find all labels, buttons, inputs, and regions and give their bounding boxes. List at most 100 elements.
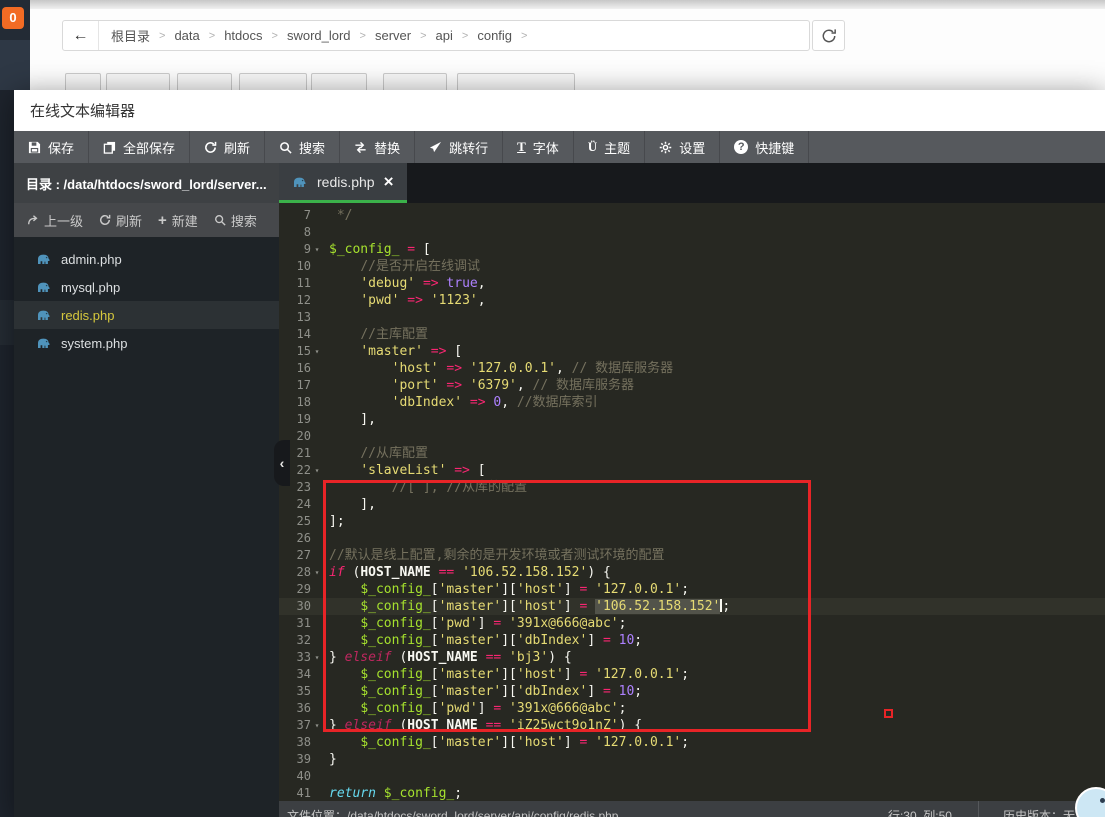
toolbar-goto[interactable]: 跳转行 <box>415 131 503 163</box>
breadcrumb-item[interactable]: sword_lord <box>287 28 351 43</box>
toolbar-font[interactable]: T字体 <box>503 131 574 163</box>
refresh-icon <box>821 28 837 44</box>
code-line[interactable]: 38 $_config_['master']['host'] = '127.0.… <box>279 734 1105 751</box>
file-list: admin.phpmysql.phpredis.phpsystem.php <box>14 237 279 817</box>
toolbar-replace[interactable]: 替换 <box>340 131 415 163</box>
file-item-mysql-php[interactable]: mysql.php <box>14 273 279 301</box>
toolbar-label: 替换 <box>374 138 400 157</box>
code-line[interactable]: 39} <box>279 751 1105 768</box>
toolbar-up[interactable]: 上一级 <box>27 211 83 230</box>
modal-header: 在线文本编辑器 <box>14 90 1105 131</box>
fold-icon[interactable]: ▾ <box>311 462 323 479</box>
breadcrumb-item[interactable]: htdocs <box>224 28 262 43</box>
editor-title: 在线文本编辑器 <box>30 100 135 121</box>
fold-icon[interactable]: ▾ <box>311 241 323 258</box>
line-number: 9▾ <box>279 241 323 258</box>
toolbar-plus[interactable]: +新建 <box>158 211 198 230</box>
code-line[interactable]: 14 //主库配置 <box>279 326 1105 343</box>
line-number: 32 <box>279 632 323 649</box>
annotation-handle <box>884 709 893 718</box>
breadcrumb-item[interactable]: data <box>174 28 199 43</box>
toolbar-hotkeys[interactable]: ?快捷键 <box>720 131 809 163</box>
code-line[interactable]: 41return $_config_; <box>279 785 1105 801</box>
code-line[interactable]: 37▾} elseif (HOST_NAME == 'iZ25wct9o1nZ'… <box>279 717 1105 734</box>
toolbar-refresh[interactable]: 刷新 <box>190 131 265 163</box>
collapse-sidebar-button[interactable]: ‹ <box>274 440 290 486</box>
code-line[interactable]: 34 $_config_['master']['host'] = '127.0.… <box>279 666 1105 683</box>
code-line[interactable]: 24 ], <box>279 496 1105 513</box>
code-line[interactable]: 28▾if (HOST_NAME == '106.52.158.152') { <box>279 564 1105 581</box>
close-icon[interactable]: × <box>384 173 394 190</box>
code-line[interactable]: 31 $_config_['pwd'] = '391x@666@abc'; <box>279 615 1105 632</box>
code-line[interactable]: 22▾ 'slaveList' => [ <box>279 462 1105 479</box>
toolbar-label: 刷新 <box>116 211 142 230</box>
back-button[interactable]: ← <box>63 21 99 50</box>
code-line[interactable]: 36 $_config_['pwd'] = '391x@666@abc'; <box>279 700 1105 717</box>
chevron-right-icon: > <box>420 30 426 42</box>
code-line[interactable]: 17 'port' => '6379', // 数据库服务器 <box>279 377 1105 394</box>
toolbar-settings[interactable]: 设置 <box>645 131 720 163</box>
breadcrumb-item[interactable]: server <box>375 28 411 43</box>
goto-icon <box>429 141 442 154</box>
line-number: 29 <box>279 581 323 598</box>
status-cursor-position: 行:30, 列:50 <box>888 801 978 817</box>
breadcrumb-item[interactable]: api <box>436 28 453 43</box>
code-line[interactable]: 12 'pwd' => '1123', <box>279 292 1105 309</box>
code-line[interactable]: 35 $_config_['master']['dbIndex'] = 10; <box>279 683 1105 700</box>
file-item-system-php[interactable]: system.php <box>14 329 279 357</box>
code-line[interactable]: 21 //从库配置 <box>279 445 1105 462</box>
toolbar-label: 设置 <box>679 138 705 157</box>
fold-icon[interactable]: ▾ <box>311 717 323 734</box>
code-area[interactable]: 7 */89▾$_config_ = [10 //是否开启在线调试11 'deb… <box>279 203 1105 801</box>
code-line[interactable]: 8 <box>279 224 1105 241</box>
line-number: 10 <box>279 258 323 275</box>
code-line[interactable]: 23 //[ ], //从库的配置 <box>279 479 1105 496</box>
code-line[interactable]: 26 <box>279 530 1105 547</box>
code-line[interactable]: 9▾$_config_ = [ <box>279 241 1105 258</box>
line-number: 12 <box>279 292 323 309</box>
toolbar-theme[interactable]: Ü主题 <box>574 131 645 163</box>
breadcrumb-refresh-button[interactable] <box>812 20 845 51</box>
breadcrumb-item[interactable]: config <box>477 28 512 43</box>
code-line[interactable]: 7 */ <box>279 207 1105 224</box>
tab-redis-php[interactable]: redis.php × <box>279 163 407 203</box>
code-line[interactable]: 18 'dbIndex' => 0, //数据库索引 <box>279 394 1105 411</box>
code-line[interactable]: 29 $_config_['master']['host'] = '127.0.… <box>279 581 1105 598</box>
code-line[interactable]: 27//默认是线上配置,剩余的是开发环境或者测试环境的配置 <box>279 547 1105 564</box>
editor-toolbar: 保存全部保存 刷新搜索 替换跳转行T字体Ü主题 设置 ?快捷键 <box>14 131 1105 163</box>
toolbar-refresh[interactable]: 刷新 <box>99 211 142 230</box>
code-line[interactable]: 30 $_config_['master']['host'] = '106.52… <box>279 598 1105 615</box>
search-icon <box>279 141 292 154</box>
line-number: 28▾ <box>279 564 323 581</box>
toolbar-search[interactable]: 搜索 <box>214 211 257 230</box>
code-line[interactable]: 15▾ 'master' => [ <box>279 343 1105 360</box>
fold-icon[interactable]: ▾ <box>311 343 323 360</box>
code-line[interactable]: 32 $_config_['master']['dbIndex'] = 10; <box>279 632 1105 649</box>
code-line[interactable]: 10 //是否开启在线调试 <box>279 258 1105 275</box>
toolbar-saveall[interactable]: 全部保存 <box>89 131 190 163</box>
toolbar-save[interactable]: 保存 <box>14 131 89 163</box>
fold-icon[interactable]: ▾ <box>311 564 323 581</box>
chevron-right-icon: > <box>272 30 278 42</box>
toolbar-search[interactable]: 搜索 <box>265 131 340 163</box>
php-file-icon <box>36 336 52 350</box>
chevron-right-icon: > <box>159 30 165 42</box>
toolbar-label: 刷新 <box>224 138 250 157</box>
toolbar-label: 上一级 <box>44 211 83 230</box>
line-number: 37▾ <box>279 717 323 734</box>
code-line[interactable]: 25]; <box>279 513 1105 530</box>
breadcrumb-item[interactable]: 根目录 <box>111 26 150 45</box>
code-line[interactable]: 11 'debug' => true, <box>279 275 1105 292</box>
code-line[interactable]: 20 <box>279 428 1105 445</box>
code-line[interactable]: 16 'host' => '127.0.0.1', // 数据库服务器 <box>279 360 1105 377</box>
code-line[interactable]: 19 ], <box>279 411 1105 428</box>
code-line[interactable]: 40 <box>279 768 1105 785</box>
fold-icon[interactable]: ▾ <box>311 649 323 666</box>
code-line[interactable]: 33▾} elseif (HOST_NAME == 'bj3') { <box>279 649 1105 666</box>
file-item-admin-php[interactable]: admin.php <box>14 245 279 273</box>
line-number: 11 <box>279 275 323 292</box>
php-file-icon <box>36 280 52 294</box>
file-item-redis-php[interactable]: redis.php <box>14 301 279 329</box>
line-number: 39 <box>279 751 323 768</box>
code-line[interactable]: 13 <box>279 309 1105 326</box>
